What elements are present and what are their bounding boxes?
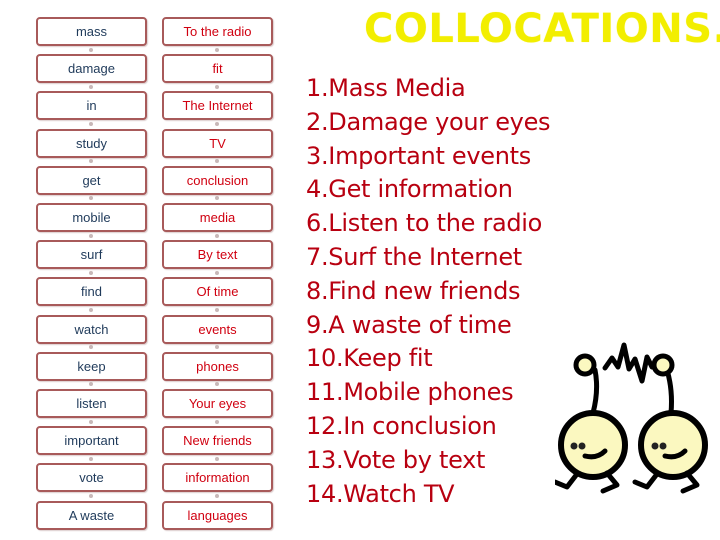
connector-dot bbox=[215, 47, 219, 52]
collocation-answer-item: 10.Keep fit bbox=[306, 344, 433, 373]
left-word-box[interactable]: A waste bbox=[36, 500, 147, 530]
collocation-answer-item: 6.Listen to the radio bbox=[306, 209, 543, 238]
right-word-box[interactable]: fit bbox=[162, 54, 273, 84]
connector-dot bbox=[215, 270, 219, 275]
connector-dot bbox=[215, 456, 219, 461]
left-word-box[interactable]: study bbox=[36, 128, 147, 158]
connector-dot bbox=[89, 84, 93, 89]
left-word-box[interactable]: watch bbox=[36, 314, 147, 344]
right-word-box[interactable]: languages bbox=[162, 500, 273, 530]
right-word-box[interactable]: The Internet bbox=[162, 91, 273, 121]
left-word-box[interactable]: surf bbox=[36, 240, 147, 270]
right-word-box[interactable]: Your eyes bbox=[162, 389, 273, 418]
connector-dot bbox=[89, 47, 93, 52]
right-word-box[interactable]: events bbox=[162, 314, 273, 344]
left-character-icon bbox=[552, 353, 628, 494]
connector-dot bbox=[89, 196, 93, 201]
right-word-box[interactable]: New friends bbox=[162, 426, 273, 456]
two-cartoon-characters-icon bbox=[552, 335, 720, 505]
collocation-answer-item: 14.Watch TV bbox=[306, 479, 455, 508]
connector-dot bbox=[215, 159, 219, 164]
left-word-box[interactable]: vote bbox=[36, 463, 147, 493]
left-word-box[interactable]: mobile bbox=[36, 203, 147, 232]
collocation-answer-item: 9.A waste of time bbox=[306, 310, 512, 339]
collocation-answer-item: 8.Find new friends bbox=[306, 276, 521, 305]
right-word-box[interactable]: conclusion bbox=[162, 165, 273, 195]
connector-dot bbox=[215, 307, 219, 312]
left-word-box[interactable]: get bbox=[36, 165, 147, 195]
connector-dot bbox=[215, 121, 219, 126]
collocation-answer-item: 7.Surf the Internet bbox=[306, 242, 522, 271]
collocation-answer-item: 4.Get information bbox=[306, 175, 513, 204]
collocation-answer-item: 12.In conclusion bbox=[306, 411, 497, 440]
connector-dot bbox=[215, 196, 219, 201]
connector-dot bbox=[215, 84, 219, 89]
connector-dot bbox=[89, 419, 93, 424]
connector-dot bbox=[89, 307, 93, 312]
connector-dot bbox=[89, 233, 93, 238]
connector-dot bbox=[89, 159, 93, 164]
connector-dot bbox=[89, 121, 93, 126]
right-word-box[interactable]: TV bbox=[162, 128, 273, 158]
collocation-answer-item: 1.Mass Media bbox=[306, 74, 466, 102]
zigzag-lightning-icon bbox=[602, 342, 661, 384]
left-word-box[interactable]: damage bbox=[36, 54, 147, 84]
left-word-box[interactable]: find bbox=[36, 277, 147, 307]
left-word-box[interactable]: in bbox=[36, 91, 147, 121]
connector-dot bbox=[215, 345, 219, 350]
cartoon-characters-svg bbox=[552, 342, 708, 494]
right-word-box[interactable]: media bbox=[162, 203, 273, 232]
right-word-box[interactable]: phones bbox=[162, 351, 273, 381]
right-word-box[interactable]: By text bbox=[162, 240, 273, 270]
connector-dot bbox=[89, 270, 93, 275]
connector-dot bbox=[215, 419, 219, 424]
connector-dot bbox=[89, 345, 93, 350]
connector-dot bbox=[215, 382, 219, 387]
page-title: COLLOCATIONS. bbox=[364, 6, 720, 52]
right-word-box[interactable]: Of time bbox=[162, 277, 273, 307]
collocation-answers-list: 1.Mass Media 2.Damage your eyes 3.Importan… bbox=[306, 72, 551, 511]
collocation-answer-item: 3.Important events bbox=[306, 141, 531, 170]
connector-dot bbox=[89, 456, 93, 461]
right-word-box[interactable]: information bbox=[162, 463, 273, 493]
collocation-answer-item: 13.Vote by text bbox=[306, 445, 486, 474]
connector-dot bbox=[215, 233, 219, 238]
collocation-answer-item: 11.Mobile phones bbox=[306, 378, 514, 407]
connector-dot bbox=[89, 382, 93, 387]
collocation-answer-item: 2.Damage your eyes bbox=[306, 107, 551, 136]
left-word-box[interactable]: important bbox=[36, 426, 147, 456]
left-word-box[interactable]: mass bbox=[36, 17, 147, 46]
connector-dot bbox=[215, 493, 219, 498]
connector-dot bbox=[89, 493, 93, 498]
left-word-box[interactable]: listen bbox=[36, 389, 147, 418]
left-word-box[interactable]: keep bbox=[36, 351, 147, 381]
right-word-box[interactable]: To the radio bbox=[162, 17, 273, 46]
